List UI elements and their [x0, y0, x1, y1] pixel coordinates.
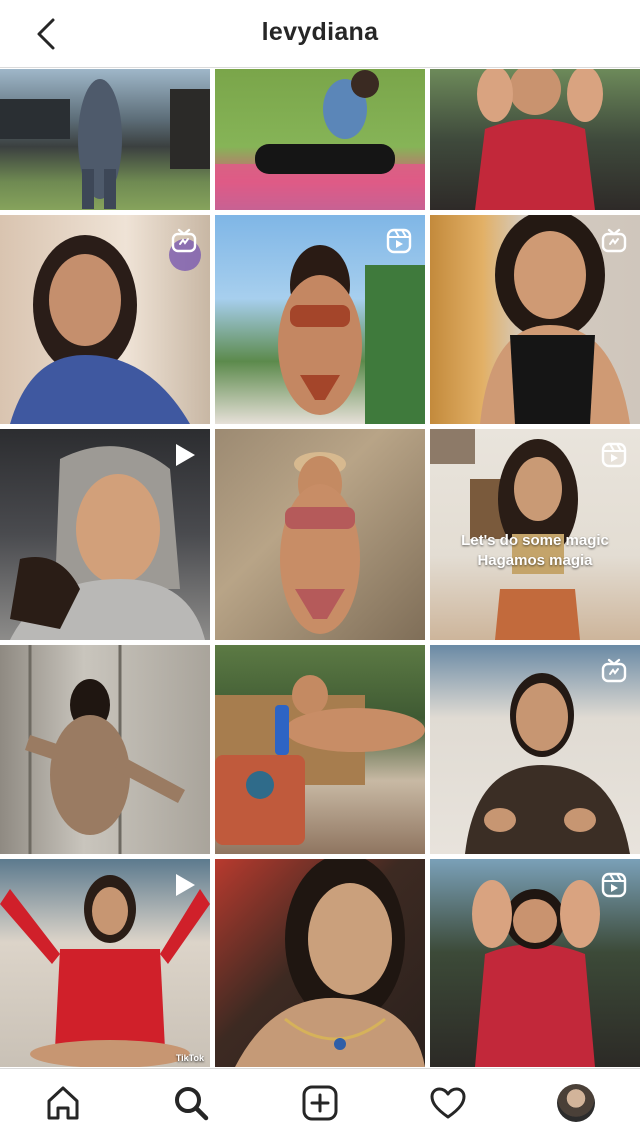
post-tile[interactable]: [215, 645, 425, 854]
caption-line-1: Let's do some magic: [461, 532, 609, 549]
nav-activity-button[interactable]: [428, 1083, 468, 1123]
post-tile[interactable]: [0, 429, 210, 640]
profile-username: levydiana: [261, 18, 379, 46]
igtv-icon: [600, 657, 628, 685]
nav-new-post-button[interactable]: [300, 1083, 340, 1123]
heart-icon: [430, 1087, 466, 1119]
post-tile[interactable]: [0, 215, 210, 424]
post-tile[interactable]: [430, 645, 640, 854]
igtv-icon: [600, 227, 628, 255]
tiktok-watermark: TikTok: [175, 1053, 204, 1063]
profile-avatar: [557, 1084, 595, 1122]
home-icon: [47, 1086, 79, 1120]
post-tile[interactable]: [430, 859, 640, 1067]
post-tile[interactable]: [215, 69, 425, 210]
nav-home-button[interactable]: [43, 1083, 83, 1123]
posts-grid: Let's do some magic Hagamos magia TikTok: [0, 69, 640, 1067]
photo-woman-red-dress-hands: [475, 69, 603, 210]
bottom-nav: [0, 1068, 640, 1138]
photo-woman-lounge-chair: [215, 675, 425, 845]
post-tile[interactable]: [215, 215, 425, 424]
post-tile[interactable]: [0, 645, 210, 854]
post-tile[interactable]: [430, 215, 640, 424]
post-tile[interactable]: [430, 69, 640, 210]
post-tile[interactable]: [215, 859, 425, 1067]
video-icon: [170, 441, 198, 469]
caption-line-2: Hagamos magia: [477, 552, 593, 569]
post-tile[interactable]: [215, 429, 425, 640]
photo-woman-closeup-necklaces: [235, 859, 425, 1067]
nav-search-button[interactable]: [171, 1083, 211, 1123]
reels-icon: [600, 871, 628, 899]
search-icon: [175, 1087, 209, 1121]
photo-woman-patterned-bikini-rocks: [280, 452, 360, 634]
post-tile[interactable]: [0, 69, 210, 210]
photo-woman-leggings: [0, 79, 210, 209]
photo-woman-wooden-wall: [25, 645, 185, 854]
post-tile[interactable]: Let's do some magic Hagamos magia: [430, 429, 640, 640]
reels-icon: [385, 227, 413, 255]
video-caption-overlay: Let's do some magic Hagamos magia: [430, 531, 640, 571]
photo-woman-denim-jacket: [215, 70, 425, 210]
reels-icon: [600, 441, 628, 469]
post-tile[interactable]: TikTok: [0, 859, 210, 1067]
video-icon: [170, 871, 198, 899]
add-post-icon: [302, 1085, 338, 1121]
igtv-icon: [170, 227, 198, 255]
top-bar: levydiana: [0, 0, 640, 68]
nav-profile-button[interactable]: [556, 1083, 596, 1123]
